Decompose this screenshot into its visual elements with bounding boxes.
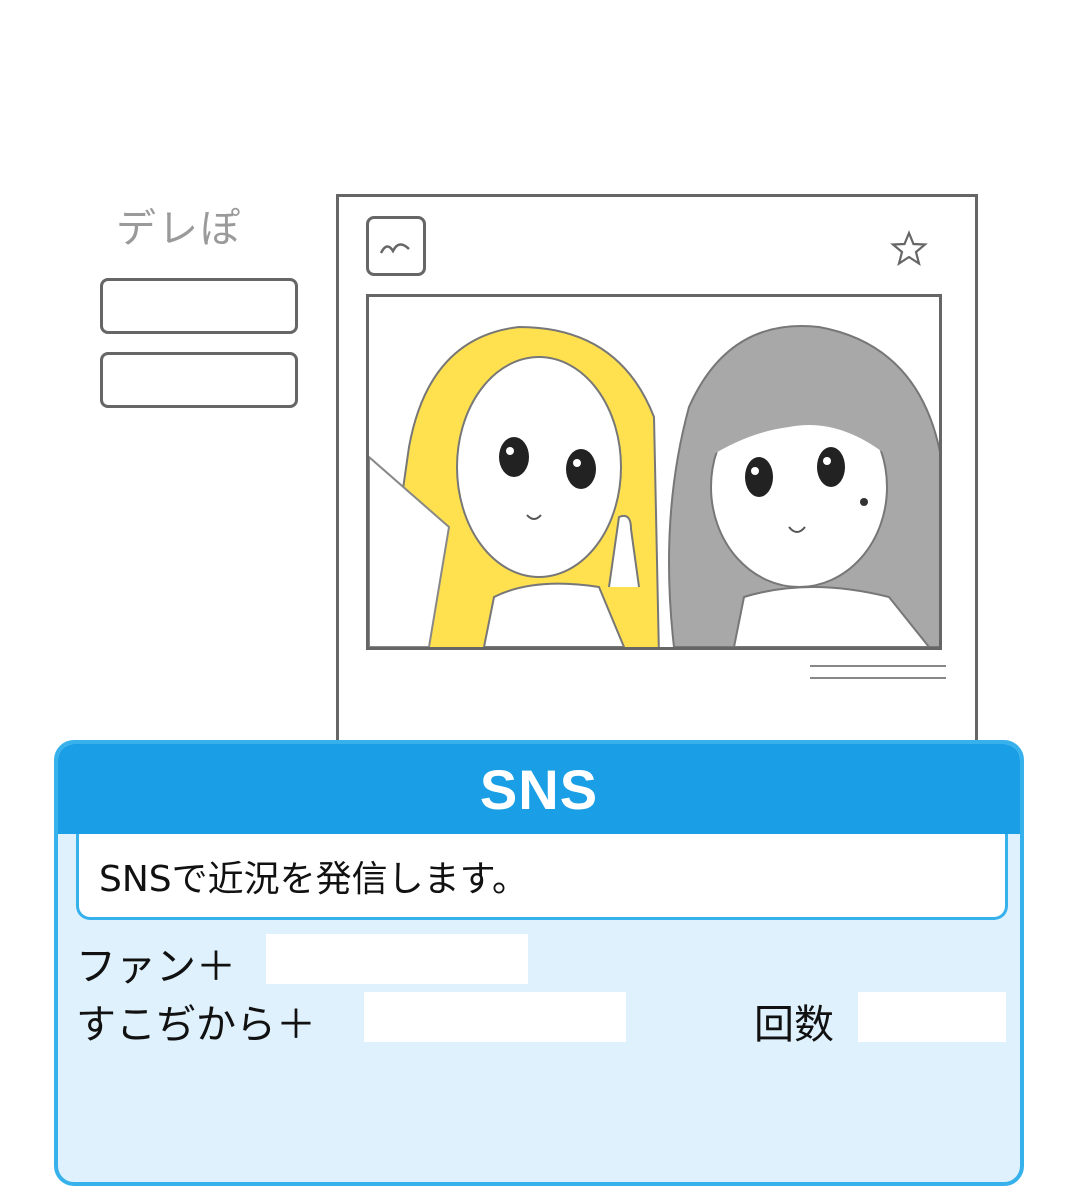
- panel-title: SNS: [479, 757, 599, 821]
- panel-header: SNS: [58, 744, 1020, 834]
- description-box: SNSで近況を発信します。: [76, 834, 1008, 920]
- sns-app-logo: デレぽ: [116, 206, 242, 252]
- avatar-icon: [366, 216, 426, 276]
- sukoshi-label: すこぢから＋: [76, 1002, 316, 1048]
- count-label: 回数: [754, 1002, 834, 1048]
- fans-label: ファン＋: [76, 944, 236, 990]
- post-text-lines: [810, 665, 946, 679]
- sketch-menu-box: [100, 352, 298, 408]
- blonde-girl-illustration: [369, 325, 660, 647]
- description-text: SNSで近況を発信します。: [99, 858, 529, 900]
- count-value: [858, 992, 1006, 1042]
- sns-info-panel: SNS SNSで近況を発信します。 ファン＋ すこぢから＋ 回数: [54, 740, 1024, 1186]
- star-icon: [890, 230, 928, 266]
- selfie-photo: [366, 294, 942, 650]
- gray-hair-girl-illustration: [668, 325, 939, 647]
- sukoshi-value: [364, 992, 626, 1042]
- sketch-menu-box: [100, 278, 298, 334]
- fans-value: [266, 934, 528, 984]
